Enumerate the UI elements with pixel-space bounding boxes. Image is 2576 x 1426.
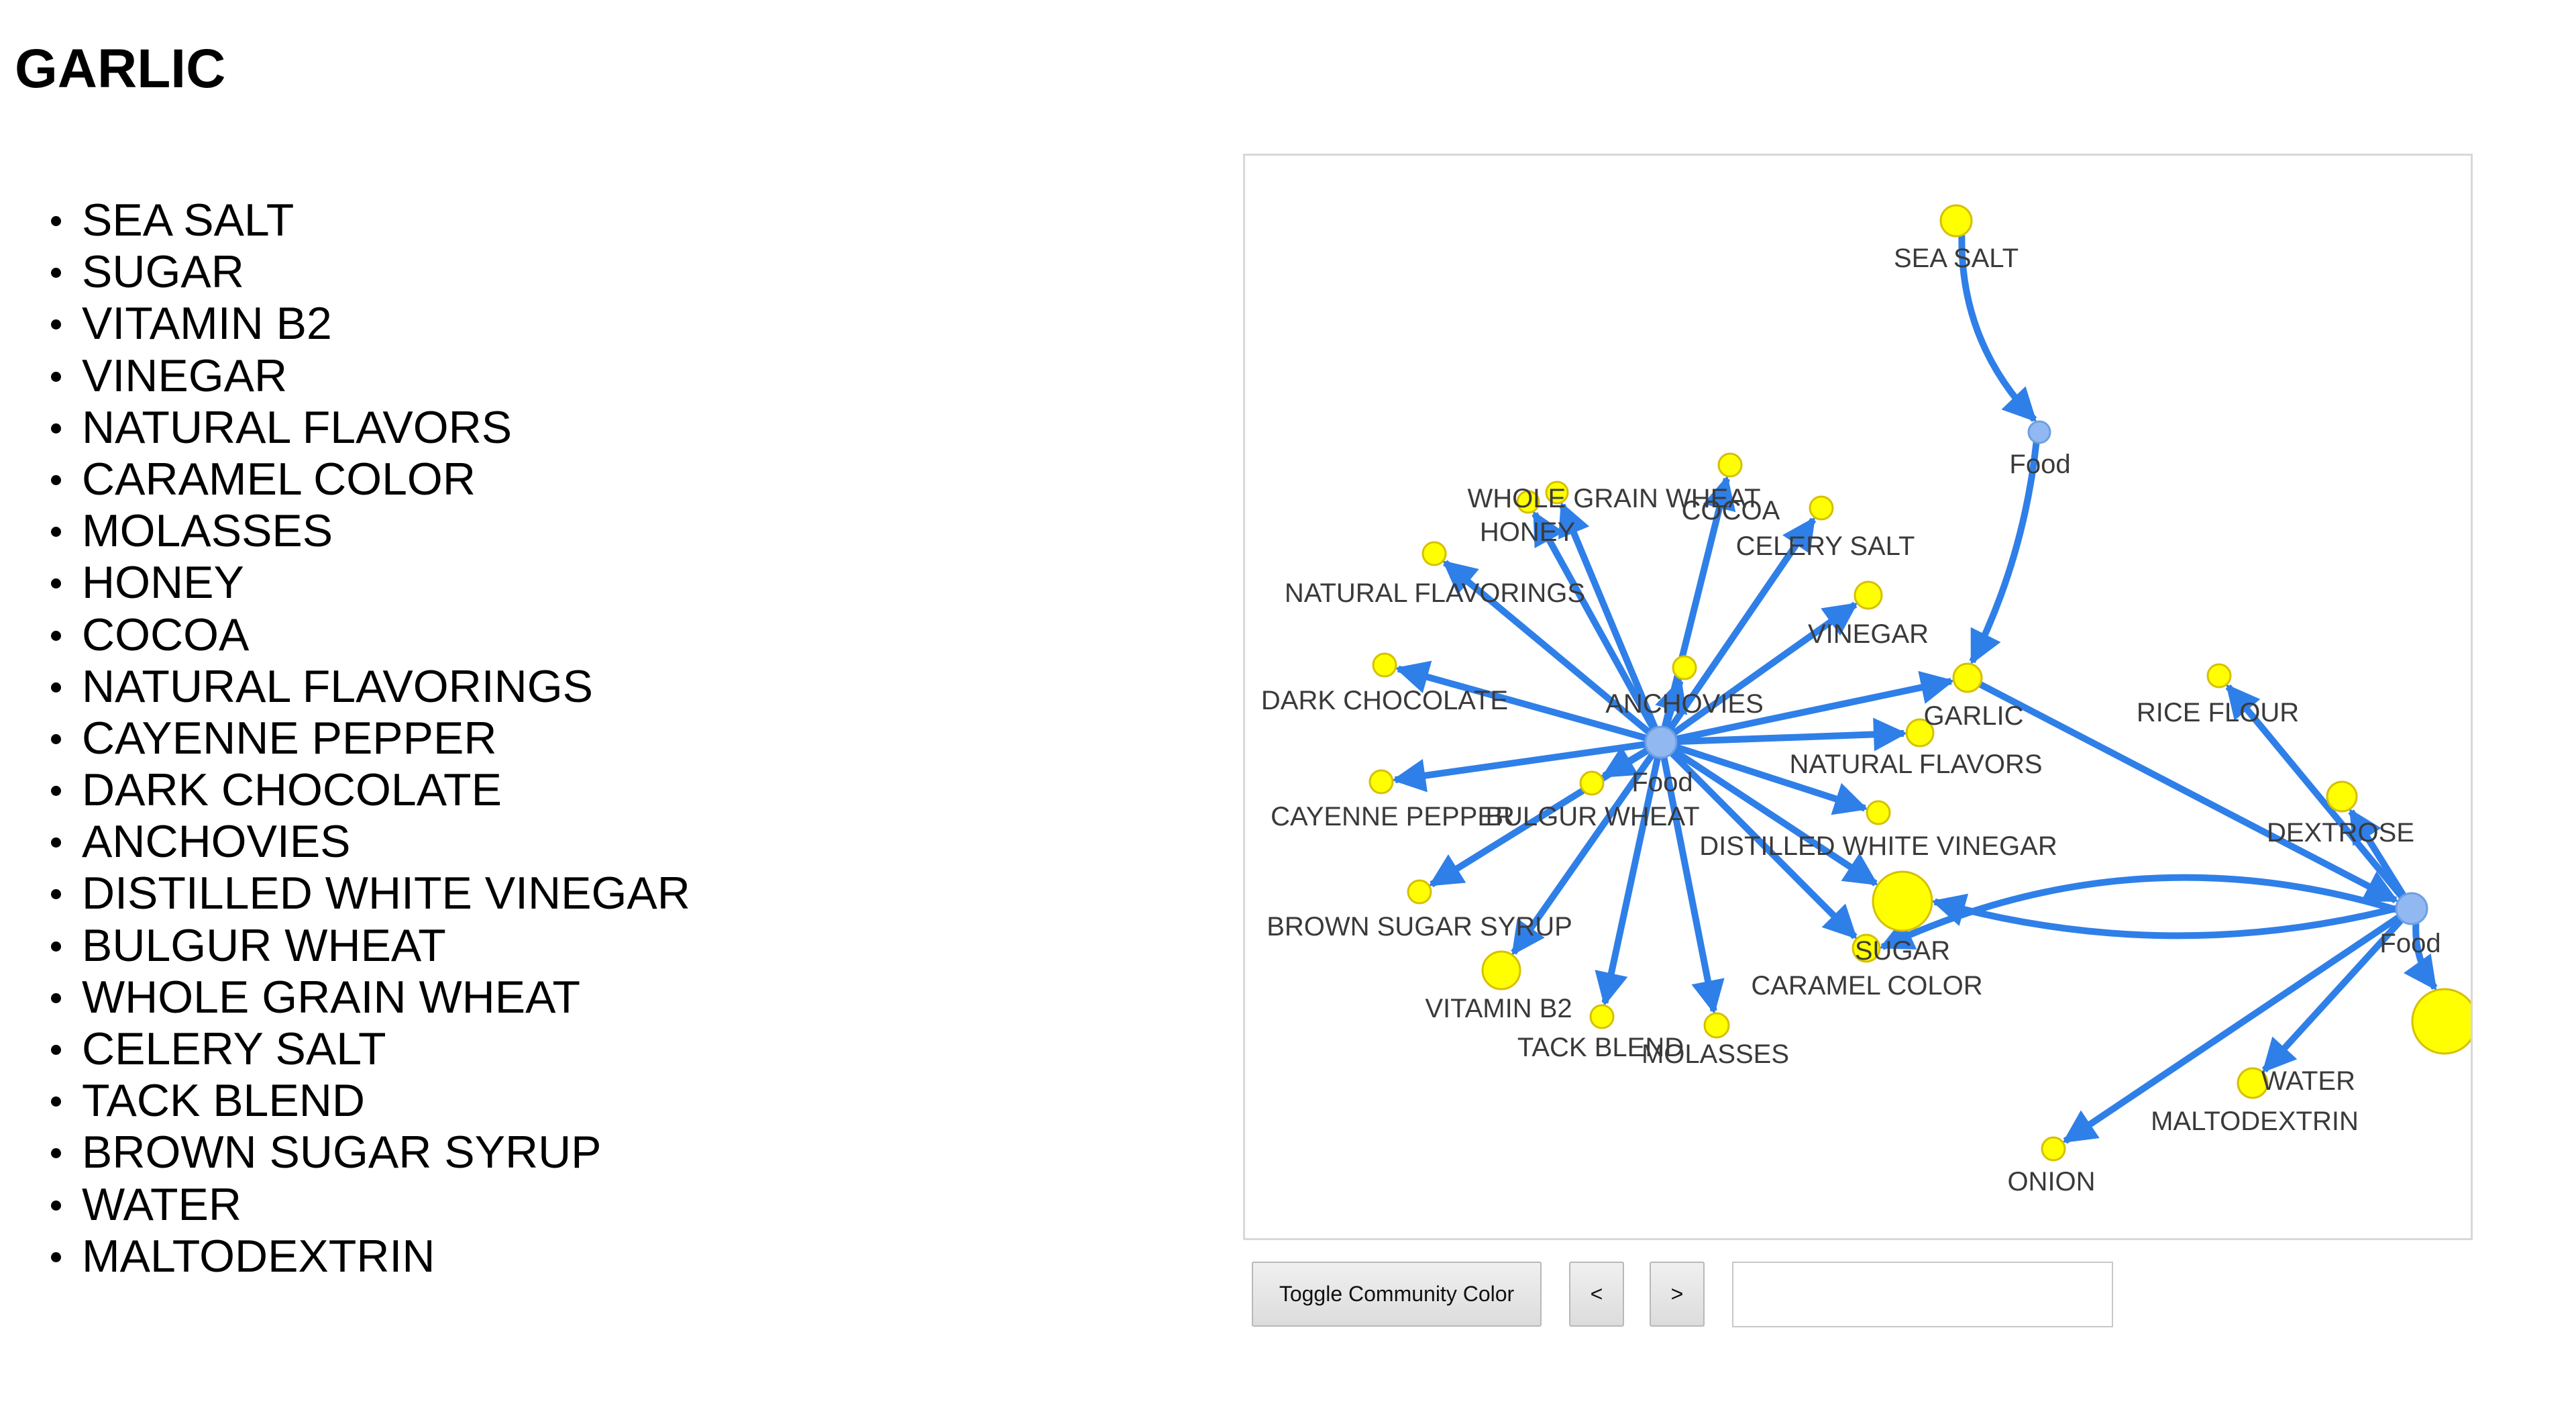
page-title: GARLIC (15, 38, 226, 99)
graph-hub-node-h3[interactable] (2395, 892, 2428, 925)
graph-hub-node-h1[interactable] (2027, 420, 2051, 444)
ingredient-list-item: HONEY (35, 557, 690, 609)
graph-node-natural-flavorings[interactable] (1421, 541, 1447, 566)
ingredient-list-item: NATURAL FLAVORINGS (35, 661, 690, 713)
graph-node-vinegar[interactable] (1854, 580, 1883, 610)
graph-node-label-cocoa: COCOA (1682, 496, 1780, 525)
ingredient-list-item: SEA SALT (35, 195, 690, 246)
graph-node-label-natural-flavorings: NATURAL FLAVORINGS (1285, 578, 1585, 608)
ingredient-list-item: ANCHOVIES (35, 816, 690, 868)
graph-node-label-molasses: MOLASSES (1642, 1039, 1789, 1069)
graph-node-label-bulgur-wheat: BULGUR WHEAT (1485, 802, 1699, 831)
ingredient-list-item: WHOLE GRAIN WHEAT (35, 972, 690, 1023)
next-button[interactable]: > (1650, 1262, 1705, 1327)
graph-node-anchovies[interactable] (1672, 655, 1697, 680)
graph-node-celery-salt[interactable] (1809, 495, 1834, 521)
graph-hub-label-h2: Food (1631, 768, 1693, 797)
search-input[interactable] (1732, 1262, 2113, 1327)
graph-edge-h3-to-sugar (1931, 893, 2398, 939)
graph-node-cayenne-pepper[interactable] (1368, 769, 1394, 795)
graph-hub-label-h1: Food (2009, 450, 2070, 479)
graph-node-label-maltodextrin: MALTODEXTRIN (2151, 1107, 2359, 1136)
ingredient-list-item: VITAMIN B2 (35, 298, 690, 350)
ingredient-list-item: VINEGAR (35, 350, 690, 402)
graph-node-label-honey: HONEY (1480, 517, 1575, 547)
graph-panel[interactable]: Food Food Food SEA SALT GARLIC WHOLE GRAIN WH… (1243, 154, 2473, 1240)
graph-node-dark-chocolate[interactable] (1372, 652, 1397, 678)
graph-node-label-anchovies: ANCHOVIES (1605, 689, 1764, 719)
graph-node-label-sugar: SUGAR (1855, 936, 1950, 966)
ingredient-list-item: WATER (35, 1179, 690, 1231)
graph-node-bulgur-wheat[interactable] (1579, 770, 1605, 796)
graph-hub-label-h3: Food (2379, 929, 2440, 958)
ingredient-list-item: CELERY SALT (35, 1023, 690, 1075)
graph-node-onion[interactable] (2041, 1136, 2066, 1162)
ingredient-list-item: DISTILLED WHITE VINEGAR (35, 868, 690, 919)
graph-node-molasses[interactable] (1703, 1012, 1730, 1039)
ingredient-list-item: TACK BLEND (35, 1075, 690, 1127)
graph-node-label-onion: ONION (2007, 1167, 2095, 1196)
graph-node-label-sea-salt: SEA SALT (1894, 244, 2019, 273)
graph-node-sea-salt[interactable] (1939, 204, 1973, 238)
graph-node-dextrose[interactable] (2326, 780, 2358, 813)
graph-node-label-dextrose: DEXTROSE (2267, 818, 2414, 848)
graph-node-cocoa[interactable] (1717, 452, 1743, 478)
graph-labels: FoodFoodFoodSEA SALTGARLICWHOLE GRAIN WH… (1261, 244, 2441, 1196)
graph-node-label-rice-flour: RICE FLOUR (2137, 698, 2299, 727)
ingredient-list-item: SUGAR (35, 246, 690, 298)
ingredient-list-item: MALTODEXTRIN (35, 1231, 690, 1282)
previous-button[interactable]: < (1569, 1262, 1624, 1327)
graph-node-label-vinegar: VINEGAR (1808, 619, 1929, 649)
graph-node-garlic[interactable] (1952, 662, 1983, 693)
graph-node-label-vitamin-b2: VITAMIN B2 (1425, 994, 1572, 1023)
graph-hub-node-h2[interactable] (1644, 725, 1678, 759)
graph-node-label-distilled-white-vinegar: DISTILLED WHITE VINEGAR (1699, 831, 2057, 861)
graph-node-label-garlic: GARLIC (1924, 701, 2024, 731)
ingredient-list: SEA SALT SUGAR VITAMIN B2 VINEGAR NATURAL FL… (35, 195, 690, 1282)
graph-node-label-caramel-color: CARAMEL COLOR (1751, 971, 1982, 1001)
ingredient-list-item: CAYENNE PEPPER (35, 713, 690, 764)
graph-node-brown-sugar-syrup[interactable] (1407, 879, 1432, 905)
ingredient-list-item: CARAMEL COLOR (35, 454, 690, 505)
ingredient-list-item: NATURAL FLAVORS (35, 402, 690, 454)
ingredient-list-item: MOLASSES (35, 505, 690, 557)
graph-node-distilled-white-vinegar[interactable] (1866, 800, 1891, 825)
ingredient-list-item: BROWN SUGAR SYRUP (35, 1127, 690, 1178)
ingredient-network-graph[interactable]: FoodFoodFoodSEA SALTGARLICWHOLE GRAIN WH… (1245, 156, 2471, 1238)
graph-node-tack-blend[interactable] (1589, 1004, 1615, 1029)
graph-node-water[interactable] (2411, 988, 2471, 1055)
ingredient-list-item: DARK CHOCOLATE (35, 764, 690, 816)
ingredient-list-item: BULGUR WHEAT (35, 920, 690, 972)
graph-node-label-natural-flavors: NATURAL FLAVORS (1789, 750, 2042, 779)
graph-node-label-brown-sugar-syrup: BROWN SUGAR SYRUP (1267, 912, 1572, 941)
graph-node-label-water: WATER (2261, 1066, 2355, 1096)
graph-node-rice-flour[interactable] (2206, 663, 2232, 689)
graph-node-vitamin-b2[interactable] (1481, 950, 1521, 990)
graph-node-sugar[interactable] (1872, 870, 1933, 932)
graph-node-label-cayenne-pepper: CAYENNE PEPPER (1271, 802, 1515, 831)
graph-node-label-celery-salt: CELERY SALT (1736, 531, 1915, 561)
toggle-community-color-button[interactable]: Toggle Community Color (1252, 1262, 1542, 1327)
ingredient-list-item: COCOA (35, 609, 690, 661)
graph-node-label-dark-chocolate: DARK CHOCOLATE (1261, 686, 1508, 715)
